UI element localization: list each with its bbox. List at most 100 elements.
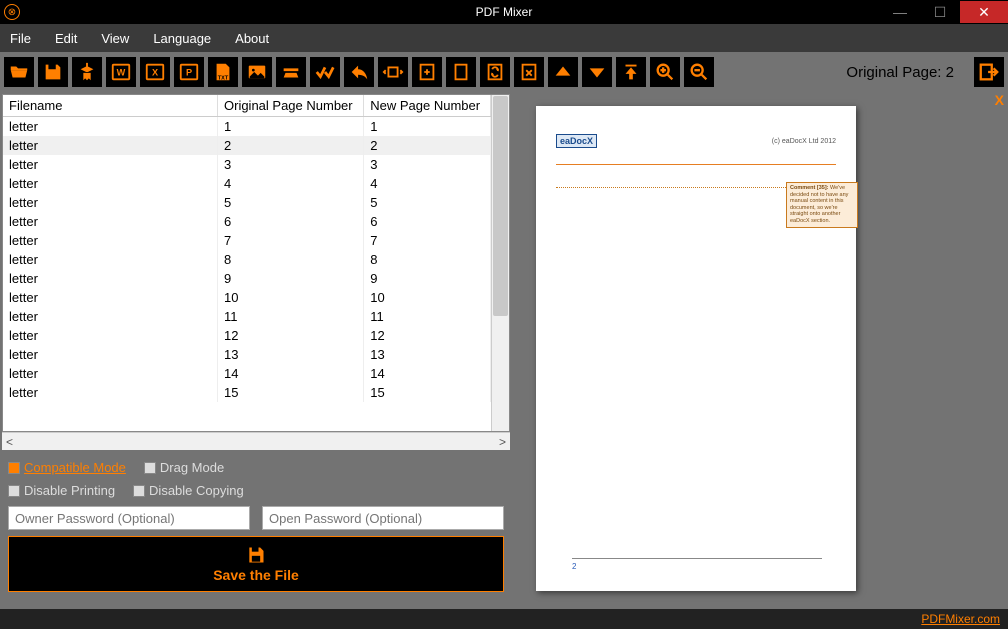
table-cell: 3 <box>364 155 491 174</box>
col-new-page[interactable]: New Page Number <box>364 95 491 117</box>
page-table: Filename Original Page Number New Page N… <box>2 94 510 432</box>
table-cell: 8 <box>364 250 491 269</box>
compatible-mode-checkbox[interactable]: Compatible Mode <box>8 460 126 475</box>
svg-text:W: W <box>117 68 126 78</box>
drag-mode-checkbox[interactable]: Drag Mode <box>144 460 224 475</box>
table-cell: 2 <box>218 136 364 155</box>
save-button[interactable] <box>38 57 68 87</box>
original-page-label: Original Page: 2 <box>846 64 954 81</box>
owner-password-input[interactable] <box>8 506 250 530</box>
import-text-button[interactable]: TXT <box>208 57 238 87</box>
disable-copying-checkbox[interactable]: Disable Copying <box>133 483 244 498</box>
page-number: 2 <box>572 558 822 571</box>
move-down-button[interactable] <box>582 57 612 87</box>
table-row[interactable]: letter1111 <box>3 307 491 326</box>
scrollbar-thumb[interactable] <box>493 96 508 316</box>
blank-page-button[interactable] <box>446 57 476 87</box>
maximize-button[interactable]: ☐ <box>920 1 960 23</box>
clear-button[interactable] <box>72 57 102 87</box>
table-row[interactable]: letter1515 <box>3 383 491 402</box>
move-top-button[interactable] <box>616 57 646 87</box>
table-header-row: Filename Original Page Number New Page N… <box>3 95 491 117</box>
replace-page-button[interactable] <box>480 57 510 87</box>
checkbox-icon <box>8 485 20 497</box>
svg-text:P: P <box>186 68 192 78</box>
table-cell: letter <box>3 288 218 307</box>
table-row[interactable]: letter11 <box>3 117 491 137</box>
preview-close-button[interactable]: X <box>995 92 1004 108</box>
svg-text:TXT: TXT <box>218 75 229 81</box>
col-original-page[interactable]: Original Page Number <box>218 95 364 117</box>
table-cell: 6 <box>364 212 491 231</box>
table-cell: letter <box>3 231 218 250</box>
col-filename[interactable]: Filename <box>3 95 218 117</box>
table-row[interactable]: letter1414 <box>3 364 491 383</box>
table-row[interactable]: letter55 <box>3 193 491 212</box>
table-row[interactable]: letter44 <box>3 174 491 193</box>
menu-language[interactable]: Language <box>153 31 211 46</box>
table-row[interactable]: letter1212 <box>3 326 491 345</box>
comment-box: Comment [35]: We've decided not to have … <box>786 182 858 228</box>
table-row[interactable]: letter22 <box>3 136 491 155</box>
disable-printing-label: Disable Printing <box>24 483 115 498</box>
table-cell: 12 <box>218 326 364 345</box>
import-image-button[interactable] <box>242 57 272 87</box>
save-file-label: Save the File <box>213 567 299 583</box>
table-vertical-scrollbar[interactable] <box>491 95 509 431</box>
checkbox-icon <box>133 485 145 497</box>
table-cell: 14 <box>218 364 364 383</box>
import-scanner-button[interactable] <box>276 57 306 87</box>
table-row[interactable]: letter1313 <box>3 345 491 364</box>
hscroll-right-arrow[interactable]: > <box>499 435 506 449</box>
disable-printing-checkbox[interactable]: Disable Printing <box>8 483 115 498</box>
table-row[interactable]: letter66 <box>3 212 491 231</box>
table-row[interactable]: letter88 <box>3 250 491 269</box>
minimize-button[interactable]: — <box>880 1 920 23</box>
undo-button[interactable] <box>344 57 374 87</box>
preview-area[interactable]: eaDocX (c) eaDocX Ltd 2012 Comment [35]:… <box>516 96 1004 605</box>
open-file-button[interactable] <box>4 57 34 87</box>
import-powerpoint-button[interactable]: P <box>174 57 204 87</box>
table-cell: letter <box>3 136 218 155</box>
table-cell: letter <box>3 250 218 269</box>
table-row[interactable]: letter33 <box>3 155 491 174</box>
table-row[interactable]: letter77 <box>3 231 491 250</box>
select-all-button[interactable] <box>310 57 340 87</box>
open-password-input[interactable] <box>262 506 504 530</box>
table-cell: letter <box>3 345 218 364</box>
menu-file[interactable]: File <box>10 31 31 46</box>
save-file-button[interactable]: Save the File <box>8 536 504 592</box>
import-word-button[interactable]: W <box>106 57 136 87</box>
comment-body: We've decided not to have any manual con… <box>790 185 848 224</box>
import-excel-button[interactable]: X <box>140 57 170 87</box>
zoom-out-button[interactable] <box>684 57 714 87</box>
comment-title: Comment [35]: <box>790 185 829 191</box>
delete-page-button[interactable] <box>514 57 544 87</box>
menu-view[interactable]: View <box>101 31 129 46</box>
close-button[interactable]: ✕ <box>960 1 1008 23</box>
statusbar: PDFMixer.com <box>0 609 1008 629</box>
table-cell: letter <box>3 307 218 326</box>
table-cell: 9 <box>218 269 364 288</box>
add-blank-page-button[interactable] <box>412 57 442 87</box>
table-cell: 2 <box>364 136 491 155</box>
table-row[interactable]: letter99 <box>3 269 491 288</box>
hscroll-left-arrow[interactable]: < <box>6 435 13 449</box>
checkbox-icon <box>8 462 20 474</box>
exit-button[interactable] <box>974 57 1004 87</box>
menu-about[interactable]: About <box>235 31 269 46</box>
table-cell: 7 <box>218 231 364 250</box>
move-up-button[interactable] <box>548 57 578 87</box>
window-title: PDF Mixer <box>476 5 533 19</box>
table-row[interactable]: letter1010 <box>3 288 491 307</box>
drag-mode-label: Drag Mode <box>160 460 224 475</box>
zoom-in-button[interactable] <box>650 57 680 87</box>
rotate-button[interactable] <box>378 57 408 87</box>
table-cell: 14 <box>364 364 491 383</box>
footer-link[interactable]: PDFMixer.com <box>921 612 1000 626</box>
menu-edit[interactable]: Edit <box>55 31 77 46</box>
table-horizontal-scrollbar[interactable]: < > <box>2 432 510 450</box>
table-cell: letter <box>3 383 218 402</box>
table-cell: letter <box>3 193 218 212</box>
table-cell: 11 <box>218 307 364 326</box>
